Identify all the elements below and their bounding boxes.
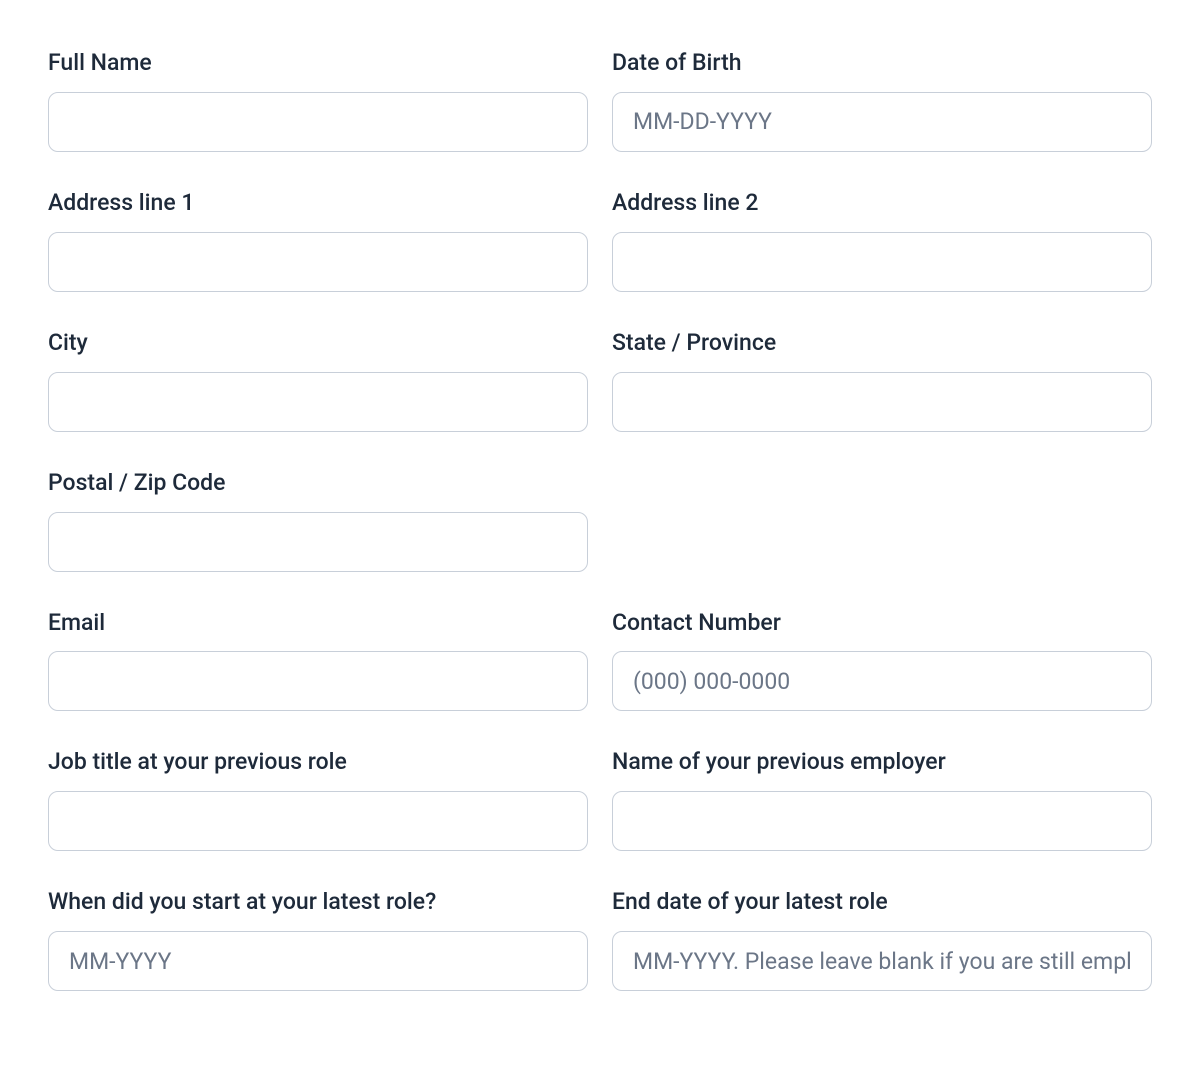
end-date-input[interactable] — [612, 931, 1152, 991]
phone-label: Contact Number — [612, 608, 1152, 638]
state-field: State / Province — [612, 328, 1152, 432]
postal-field: Postal / Zip Code — [48, 468, 588, 572]
address1-input[interactable] — [48, 232, 588, 292]
prev-job-title-field: Job title at your previous role — [48, 747, 588, 851]
start-date-input[interactable] — [48, 931, 588, 991]
dob-input[interactable] — [612, 92, 1152, 152]
email-field: Email — [48, 608, 588, 712]
start-date-label: When did you start at your latest role? — [48, 887, 588, 917]
prev-employer-field: Name of your previous employer — [612, 747, 1152, 851]
end-date-label: End date of your latest role — [612, 887, 1152, 917]
full-name-label: Full Name — [48, 48, 588, 78]
dob-field: Date of Birth — [612, 48, 1152, 152]
address2-label: Address line 2 — [612, 188, 1152, 218]
postal-input[interactable] — [48, 512, 588, 572]
city-label: City — [48, 328, 588, 358]
address1-label: Address line 1 — [48, 188, 588, 218]
dob-label: Date of Birth — [612, 48, 1152, 78]
prev-job-title-input[interactable] — [48, 791, 588, 851]
city-field: City — [48, 328, 588, 432]
state-label: State / Province — [612, 328, 1152, 358]
prev-employer-label: Name of your previous employer — [612, 747, 1152, 777]
postal-label: Postal / Zip Code — [48, 468, 588, 498]
start-date-field: When did you start at your latest role? — [48, 887, 588, 991]
email-input[interactable] — [48, 651, 588, 711]
address1-field: Address line 1 — [48, 188, 588, 292]
end-date-field: End date of your latest role — [612, 887, 1152, 991]
prev-employer-input[interactable] — [612, 791, 1152, 851]
phone-input[interactable] — [612, 651, 1152, 711]
postal-spacer — [612, 468, 1152, 572]
application-form: Full Name Date of Birth Address line 1 A… — [48, 48, 1152, 991]
address2-field: Address line 2 — [612, 188, 1152, 292]
phone-field: Contact Number — [612, 608, 1152, 712]
address2-input[interactable] — [612, 232, 1152, 292]
full-name-input[interactable] — [48, 92, 588, 152]
state-input[interactable] — [612, 372, 1152, 432]
city-input[interactable] — [48, 372, 588, 432]
email-label: Email — [48, 608, 588, 638]
prev-job-title-label: Job title at your previous role — [48, 747, 588, 777]
full-name-field: Full Name — [48, 48, 588, 152]
